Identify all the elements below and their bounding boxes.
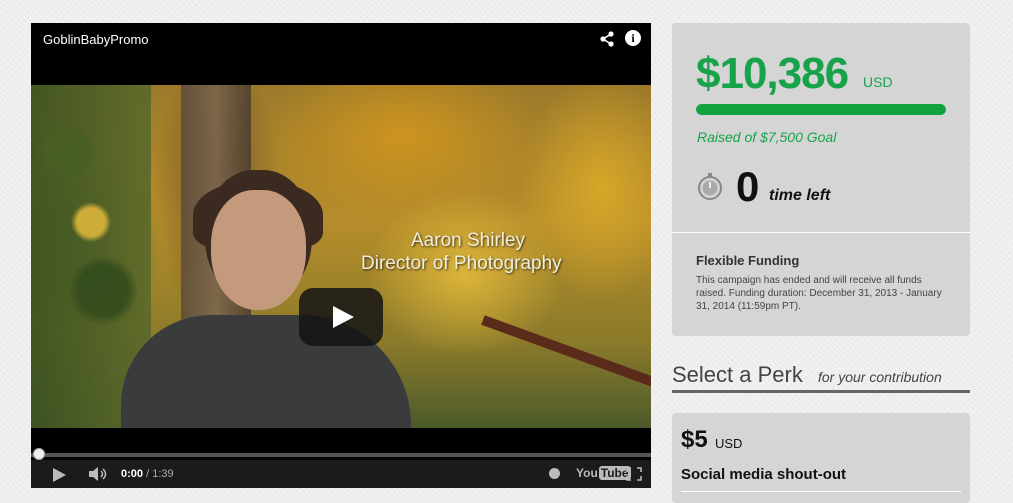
perk-title: Social media shout-out — [681, 466, 847, 483]
stopwatch-icon — [698, 173, 722, 200]
perk-subheading: for your contribution — [818, 369, 942, 385]
amount-currency: USD — [863, 74, 893, 90]
youtube-logo-you: You — [576, 466, 598, 480]
volume-icon[interactable] — [89, 467, 109, 481]
divider — [672, 232, 970, 233]
progress-knob[interactable] — [33, 448, 45, 460]
person-head — [211, 190, 306, 310]
perk-card[interactable]: $5 USD Social media shout-out — [672, 413, 970, 503]
funding-type: Flexible Funding — [696, 253, 800, 268]
duration: 1:39 — [152, 468, 174, 480]
time-left-value: 0 — [736, 163, 760, 210]
watch-later-icon[interactable] — [549, 468, 560, 479]
video-player[interactable]: GoblinBabyPromo i Aaron Shirley Director… — [31, 23, 651, 488]
lower-third-role: Director of Photography — [361, 253, 562, 274]
info-icon[interactable]: i — [625, 30, 641, 46]
time-separator: / — [143, 468, 153, 480]
play-icon[interactable] — [53, 468, 66, 482]
video-title[interactable]: GoblinBabyPromo — [43, 32, 149, 47]
funding-panel: $10,386 USD Raised of $7,500 Goal 0 time… — [672, 23, 970, 336]
perk-heading: Select a Perk — [672, 362, 803, 387]
perk-currency: USD — [715, 436, 743, 451]
railing — [481, 315, 651, 390]
youtube-logo[interactable]: You Tube — [576, 466, 631, 480]
play-button[interactable] — [299, 288, 383, 346]
share-icon[interactable] — [599, 31, 615, 47]
progress-bar[interactable] — [31, 448, 651, 460]
time-left-label: time left — [769, 187, 831, 204]
perk-price: $5 — [681, 426, 708, 453]
funding-progress-bar — [696, 104, 946, 115]
amount-raised: $10,386 — [696, 49, 849, 98]
perk-card-divider — [681, 491, 961, 492]
control-bar: 0:00 / 1:39 You Tube — [31, 460, 651, 488]
funding-description: This campaign has ended and will receive… — [696, 275, 942, 312]
goal-text: Raised of $7,500 Goal — [697, 129, 837, 145]
time-display: 0:00 / 1:39 — [121, 468, 174, 480]
perk-divider — [672, 390, 970, 393]
funding-progress-fill — [696, 104, 946, 115]
video-frame[interactable]: Aaron Shirley Director of Photography — [31, 85, 651, 428]
lower-third-name: Aaron Shirley — [411, 230, 526, 251]
fullscreen-icon[interactable] — [626, 467, 642, 481]
current-time: 0:00 — [121, 468, 144, 480]
